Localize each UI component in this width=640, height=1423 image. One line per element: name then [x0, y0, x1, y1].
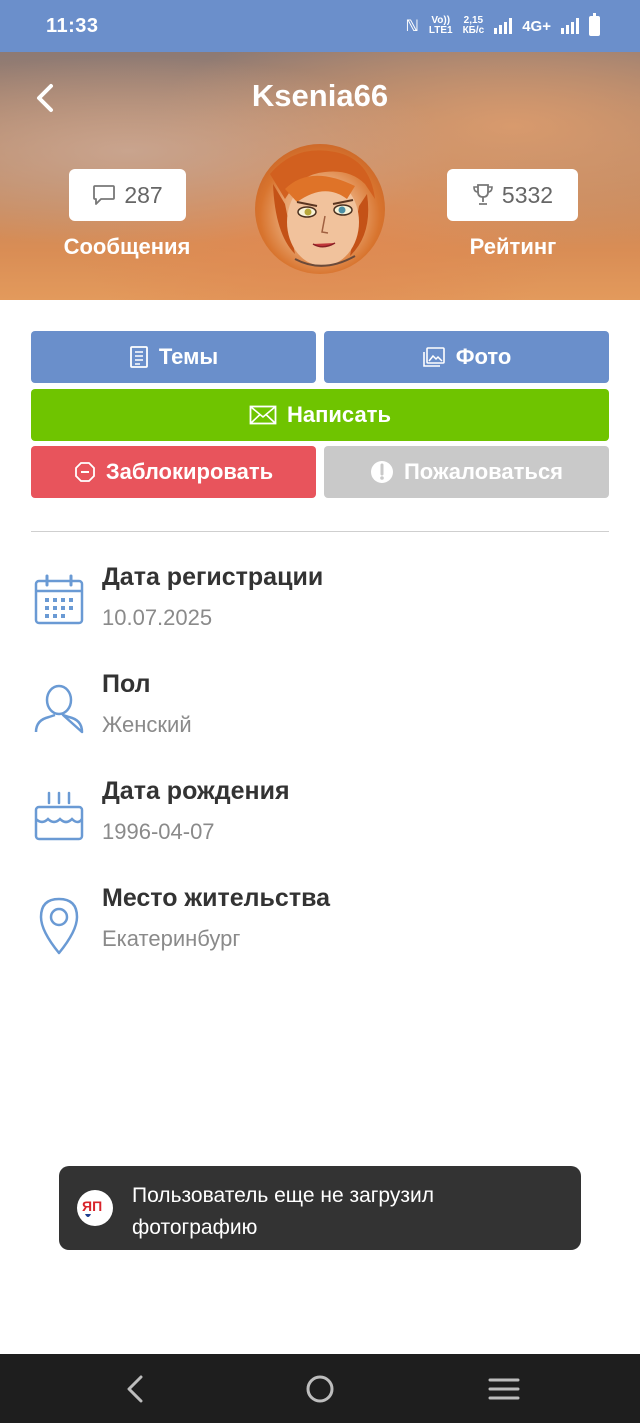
volte-indicator: Vo)) LTE1	[429, 16, 453, 36]
report-button-label: Пожаловаться	[403, 459, 564, 484]
section-divider	[31, 531, 609, 532]
nav-back-button[interactable]	[118, 1372, 154, 1406]
svg-text:ЯП: ЯП	[82, 1198, 102, 1214]
exclamation-circle-icon	[370, 461, 393, 483]
toast-notification: ЯП Пользователь еще не загрузил фотограф…	[59, 1166, 581, 1250]
info-gender: Пол Женский	[0, 670, 640, 760]
info-value: 10.07.2025	[102, 605, 213, 630]
nav-menu-button[interactable]	[486, 1372, 522, 1406]
info-value: Женский	[102, 712, 192, 737]
info-location: Место жительства Екатеринбург	[0, 884, 640, 974]
block-button[interactable]: Заблокировать	[31, 446, 316, 498]
rating-value: 5332	[501, 181, 554, 208]
hamburger-menu-icon	[488, 1378, 520, 1400]
rating-box[interactable]: 5332	[447, 169, 578, 221]
app-logo-icon: ЯП	[77, 1190, 113, 1226]
envelope-icon	[249, 405, 277, 425]
info-registration-date: Дата регистрации 10.07.2025	[0, 563, 640, 653]
info-birth-date: Дата рождения 1996-04-07	[0, 777, 640, 867]
speech-bubble-icon	[93, 185, 116, 205]
profile-screen: 11:33 ℕ Vo)) LTE1 2,15 КБ/с 4G+ Ksenia66	[0, 0, 640, 1423]
system-navigation-bar	[0, 1354, 640, 1423]
status-icons: ℕ Vo)) LTE1 2,15 КБ/с 4G+	[405, 13, 600, 39]
write-button-label: Написать	[287, 402, 391, 427]
messages-label: Сообщения	[63, 234, 191, 259]
profile-username: Ksenia66	[251, 78, 389, 113]
avatar-illustration	[270, 150, 375, 267]
avatar[interactable]	[255, 144, 385, 274]
signal-icon	[494, 18, 513, 34]
speed-unit: КБ/с	[462, 25, 485, 36]
user-icon	[34, 684, 84, 734]
messages-count-box[interactable]: 287	[69, 169, 186, 221]
signal-icon-2	[561, 18, 579, 34]
profile-header: Ksenia66 287 Сообщения 5332 Рейтинг	[0, 52, 640, 300]
block-button-label: Заблокировать	[105, 459, 274, 484]
birthday-cake-icon	[34, 791, 84, 841]
status-time: 11:33	[46, 15, 99, 37]
data-speed: 2,15 КБ/с	[463, 16, 485, 36]
image-icon	[422, 347, 445, 367]
yap-logo: ЯП	[82, 1198, 102, 1217]
write-message-button[interactable]: Написать	[31, 389, 609, 441]
photo-button[interactable]: Фото	[324, 331, 609, 383]
volte-bottom: LTE1	[428, 25, 453, 36]
block-octagon-icon	[74, 462, 95, 482]
info-value: Екатеринбург	[102, 926, 241, 951]
document-icon	[129, 346, 148, 368]
photo-button-label: Фото	[455, 344, 512, 369]
info-label: Дата рождения	[102, 777, 290, 805]
network-type: 4G+	[522, 17, 551, 35]
info-label: Дата регистрации	[102, 563, 324, 591]
location-pin-icon	[39, 897, 79, 955]
info-label: Пол	[102, 670, 151, 698]
battery-icon	[589, 13, 600, 36]
messages-count: 287	[124, 181, 163, 208]
topics-button-label: Темы	[158, 344, 219, 369]
nav-home-icon	[306, 1375, 334, 1403]
trophy-icon	[473, 184, 493, 205]
rating-label: Рейтинг	[469, 234, 557, 259]
topics-button[interactable]: Темы	[31, 331, 316, 383]
nav-back-icon	[127, 1375, 143, 1403]
info-value: 1996-04-07	[102, 819, 215, 844]
report-button[interactable]: Пожаловаться	[324, 446, 609, 498]
calendar-icon	[34, 574, 84, 625]
nav-home-button[interactable]	[302, 1372, 338, 1406]
nfc-icon: ℕ	[405, 18, 419, 35]
status-bar: 11:33 ℕ Vo)) LTE1 2,15 КБ/с 4G+	[0, 0, 640, 52]
info-label: Место жительства	[102, 884, 331, 912]
toast-message: Пользователь еще не загрузил фотографию	[132, 1184, 434, 1239]
